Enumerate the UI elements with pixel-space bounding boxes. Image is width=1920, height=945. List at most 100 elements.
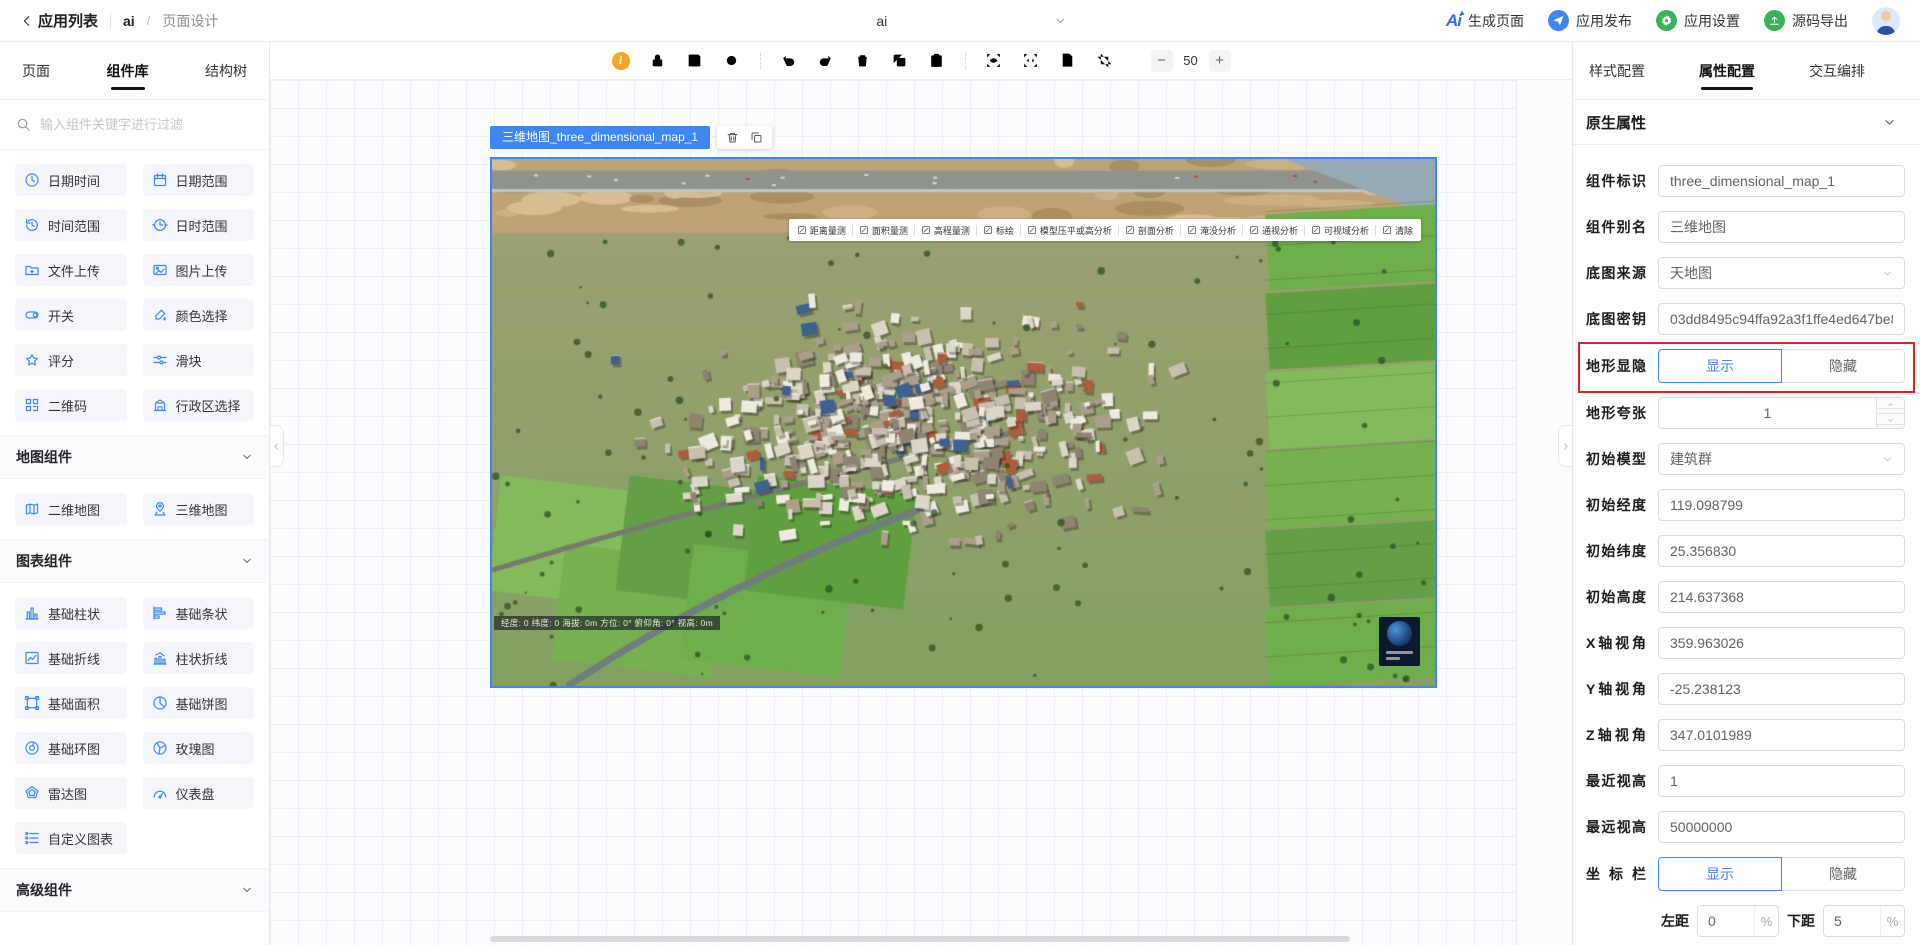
- left-offset-input[interactable]: 0%: [1697, 905, 1779, 937]
- sidebar-tab-页面[interactable]: 页面: [22, 42, 50, 99]
- component-item-雷达图[interactable]: 雷达图: [15, 777, 127, 809]
- 初始纬度-input[interactable]: [1670, 543, 1893, 559]
- component-item-滑块[interactable]: 滑块: [142, 344, 254, 376]
- code-icon[interactable]: [1022, 52, 1040, 70]
- copy-icon[interactable]: [891, 52, 909, 70]
- component-item-基础饼图[interactable]: 基础饼图: [142, 687, 254, 719]
- panel-tab-属性配置[interactable]: 属性配置: [1699, 42, 1755, 99]
- publish-app-button[interactable]: 应用发布: [1548, 10, 1632, 31]
- component-item-文件上传[interactable]: 文件上传: [15, 254, 127, 286]
- 初始高度-input[interactable]: [1670, 589, 1893, 605]
- component-item-基础柱状[interactable]: 基础柱状: [15, 597, 127, 629]
- copy-component-icon[interactable]: [750, 131, 763, 144]
- component-chip[interactable]: 三维地图_three_dimensional_map_1: [490, 126, 711, 149]
- horizontal-scrollbar[interactable]: [490, 936, 1350, 942]
- native-props-section-header[interactable]: 原生属性: [1573, 100, 1920, 144]
- component-item-基础折线[interactable]: 基础折线: [15, 642, 127, 674]
- map-tool-淹没分析[interactable]: 淹没分析: [1181, 224, 1242, 237]
- 坐标栏-option-隐藏[interactable]: 隐藏: [1781, 857, 1905, 891]
- locate-icon[interactable]: [723, 52, 741, 70]
- map-tool-可视域分析[interactable]: 可视域分析: [1305, 224, 1375, 237]
- Z轴视角-input[interactable]: [1670, 727, 1893, 743]
- delete-component-icon[interactable]: [726, 131, 739, 144]
- bottom-offset-input[interactable]: 5%: [1823, 905, 1905, 937]
- trash-icon[interactable]: [854, 52, 872, 70]
- component-item-行政区选择[interactable]: 行政区选择: [142, 389, 254, 421]
- map-tool-剖面分析[interactable]: 剖面分析: [1119, 224, 1180, 237]
- map-tool-模型压平或高分析[interactable]: 模型压平或高分析: [1021, 224, 1118, 237]
- map-tool-通视分析[interactable]: 通视分析: [1243, 224, 1304, 237]
- panel-tab-交互编排[interactable]: 交互编排: [1809, 42, 1865, 99]
- collapse-sidebar-tab[interactable]: [270, 425, 284, 467]
- 坐标栏-option-显示[interactable]: 显示: [1658, 857, 1782, 891]
- group-header-高级组件[interactable]: 高级组件: [0, 868, 269, 912]
- generate-page-button[interactable]: Ai ▲ 生成页面: [1446, 8, 1524, 31]
- component-item-颜色选择[interactable]: 颜色选择: [142, 299, 254, 331]
- zoom-out-button[interactable]: −: [1150, 49, 1173, 72]
- paste-icon[interactable]: [928, 52, 946, 70]
- back-button[interactable]: 应用列表: [20, 10, 98, 31]
- component-item-二维码[interactable]: 二维码: [15, 389, 127, 421]
- component-item-柱状折线[interactable]: 柱状折线: [142, 642, 254, 674]
- 最近视高-input[interactable]: [1670, 773, 1893, 789]
- 初始经度-input[interactable]: [1670, 497, 1893, 513]
- three-dimensional-map-component[interactable]: 距离量测 面积量测 高程量测 标绘 模型压平或高分析 剖面分析 淹没分析 通视分析 可视域分析清…: [490, 157, 1437, 688]
- component-item-评分[interactable]: 评分: [15, 344, 127, 376]
- map-tool-清除[interactable]: 清除: [1376, 224, 1419, 237]
- search-input[interactable]: [40, 117, 253, 132]
- map-tool-距离量测[interactable]: 距离量测: [791, 224, 852, 237]
- component-item-开关[interactable]: 开关: [15, 299, 127, 331]
- 地形显隐-option-隐藏[interactable]: 隐藏: [1781, 349, 1905, 383]
- panel-tab-样式配置[interactable]: 样式配置: [1589, 42, 1645, 99]
- breadcrumb-app[interactable]: ai: [123, 13, 135, 29]
- Y轴视角-input[interactable]: [1670, 681, 1893, 697]
- 地形显隐-option-显示[interactable]: 显示: [1658, 349, 1782, 383]
- save-icon[interactable]: [686, 52, 704, 70]
- component-item-自定义图表[interactable]: 自定义图表: [15, 822, 127, 854]
- component-item-日期时间[interactable]: 日期时间: [15, 164, 127, 196]
- sidebar-tab-结构树[interactable]: 结构树: [205, 42, 247, 99]
- 组件别名-input[interactable]: [1670, 219, 1893, 235]
- zoom-in-button[interactable]: +: [1208, 49, 1231, 72]
- group-header-图表组件[interactable]: 图表组件: [0, 539, 269, 583]
- component-item-三维地图[interactable]: 三维地图: [142, 493, 254, 525]
- component-item-日期范围[interactable]: 日期范围: [142, 164, 254, 196]
- map-tool-标绘[interactable]: 标绘: [977, 224, 1020, 237]
- X轴视角-input[interactable]: [1670, 635, 1893, 651]
- group-header-地图组件[interactable]: 地图组件: [0, 435, 269, 479]
- 组件标识-input[interactable]: [1670, 173, 1893, 189]
- map-tool-面积量测[interactable]: 面积量测: [853, 224, 914, 237]
- component-item-日时范围[interactable]: 日时范围: [142, 209, 254, 241]
- export-source-button[interactable]: 源码导出: [1764, 10, 1848, 31]
- info-icon[interactable]: i: [611, 51, 630, 70]
- component-item-二维地图[interactable]: 二维地图: [15, 493, 127, 525]
- expand-panel-tab[interactable]: [1558, 425, 1572, 467]
- 底图密钥-input[interactable]: [1670, 311, 1893, 327]
- app-settings-button[interactable]: 应用设置: [1656, 10, 1740, 31]
- user-avatar[interactable]: [1872, 6, 1900, 35]
- step-up-icon[interactable]: [1877, 398, 1904, 414]
- 初始模型-select[interactable]: 建筑群: [1658, 443, 1905, 475]
- component-item-基础面积[interactable]: 基础面积: [15, 687, 127, 719]
- component-item-基础环图[interactable]: 基础环图: [15, 732, 127, 764]
- sidebar-tab-组件库[interactable]: 组件库: [107, 42, 149, 99]
- page-export-icon[interactable]: [1059, 52, 1077, 70]
- 地形夸张-stepper[interactable]: 1: [1658, 397, 1905, 429]
- map-tool-高程量测[interactable]: 高程量测: [915, 224, 976, 237]
- step-down-icon[interactable]: [1877, 413, 1904, 428]
- component-item-基础条状[interactable]: 基础条状: [142, 597, 254, 629]
- field-row-坐标栏: 坐标栏 显示 隐藏: [1586, 857, 1905, 891]
- page-select[interactable]: ai: [876, 0, 1066, 42]
- 最远视高-input[interactable]: [1670, 819, 1893, 835]
- component-item-图片上传[interactable]: 图片上传: [142, 254, 254, 286]
- component-item-仪表盘[interactable]: 仪表盘: [142, 777, 254, 809]
- undo-icon[interactable]: [780, 52, 798, 70]
- component-item-玫瑰图[interactable]: 玫瑰图: [142, 732, 254, 764]
- preview-icon[interactable]: [985, 52, 1003, 70]
- redo-icon[interactable]: [817, 52, 835, 70]
- 底图来源-select[interactable]: 天地图: [1658, 257, 1905, 289]
- component-item-时间范围[interactable]: 时间范围: [15, 209, 127, 241]
- lock-icon[interactable]: [649, 52, 667, 70]
- crop-icon[interactable]: [1096, 52, 1114, 70]
- map-overview-widget[interactable]: [1379, 617, 1420, 666]
